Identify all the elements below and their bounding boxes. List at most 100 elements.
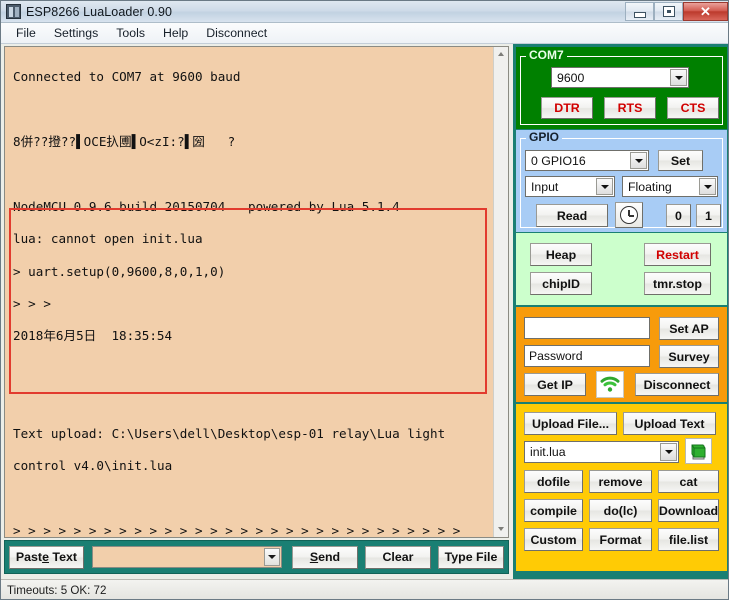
menu-disconnect[interactable]: Disconnect xyxy=(198,25,275,41)
send-button[interactable]: Send xyxy=(291,545,358,569)
gpio-direction-select[interactable]: Input xyxy=(525,176,615,197)
scroll-down-icon[interactable] xyxy=(494,522,508,537)
type-file-button[interactable]: Type File xyxy=(438,545,505,569)
scroll-up-icon[interactable] xyxy=(494,47,508,62)
paste-text-label: Paste Text xyxy=(15,550,77,564)
status-bar: Timeouts: 5 OK: 72 xyxy=(1,579,728,599)
files-panel: Upload File... Upload Text init.lua dofi… xyxy=(516,404,727,571)
com-panel: COM7 9600 DTR RTS CTS xyxy=(516,47,727,129)
file-list-button[interactable]: file.list xyxy=(658,528,719,551)
chevron-down-icon[interactable] xyxy=(263,548,280,566)
com-legend: COM7 xyxy=(526,48,567,62)
wifi-disconnect-button[interactable]: Disconnect xyxy=(635,373,719,396)
file-actions-row: compile do(lc) Download xyxy=(524,499,719,522)
menu-settings[interactable]: Settings xyxy=(46,25,106,41)
dolc-button[interactable]: do(lc) xyxy=(589,499,652,522)
command-input[interactable] xyxy=(91,546,282,568)
file-select[interactable]: init.lua xyxy=(524,441,679,463)
wifi-glyph xyxy=(600,376,620,392)
password-input[interactable]: Password xyxy=(524,345,650,367)
heap-panel: Heap chipID Restart tmr.stop xyxy=(516,233,727,305)
file-select-value: init.lua xyxy=(530,445,566,459)
chevron-down-icon[interactable] xyxy=(596,178,613,195)
dofile-button[interactable]: dofile xyxy=(524,470,583,493)
compile-button[interactable]: compile xyxy=(524,499,583,522)
lualoader-window: ESP8266 LuaLoader 0.90 ✕ File Settings T… xyxy=(0,0,729,600)
gpio-high-button[interactable]: 1 xyxy=(696,204,721,227)
gpio-pull-value: Floating xyxy=(628,179,672,194)
ssid-input[interactable] xyxy=(524,317,650,339)
clear-button[interactable]: Clear xyxy=(364,545,431,569)
menu-tools[interactable]: Tools xyxy=(108,25,153,41)
window-controls: ✕ xyxy=(625,2,728,21)
gpio-direction-value: Input xyxy=(531,179,559,194)
tmr-stop-button[interactable]: tmr.stop xyxy=(644,272,711,295)
terminal-line: 2018年6月5日 18:35:54 xyxy=(13,328,173,344)
gpio-panel: GPIO 0 GPIO16 Set Input Floating Read 0 … xyxy=(516,130,727,232)
upload-file-button[interactable]: Upload File... xyxy=(524,412,617,435)
gpio-pin-select[interactable]: 0 GPIO16 xyxy=(525,150,649,171)
command-toolbar: Paste Text Send Clear Type File xyxy=(4,540,509,574)
survey-button[interactable]: Survey xyxy=(659,345,719,368)
minimize-button[interactable] xyxy=(625,2,654,21)
clock-icon[interactable] xyxy=(615,202,643,228)
terminal-panel: Connected to COM7 at 9600 baud 8併??撜??▌O… xyxy=(4,46,509,538)
gpio-legend: GPIO xyxy=(526,130,563,144)
heap-button[interactable]: Heap xyxy=(530,243,592,266)
terminal-line: 8併??撜??▌OCE扖圑▌O<zI:?▌圀 ? xyxy=(13,134,236,149)
notepad-icon[interactable] xyxy=(685,438,712,464)
terminal-line: Connected to COM7 at 9600 baud xyxy=(13,69,241,85)
terminal-line: control v4.0\init.lua xyxy=(13,458,173,474)
cat-button[interactable]: cat xyxy=(658,470,719,493)
maximize-button[interactable] xyxy=(654,2,683,21)
status-text: Timeouts: 5 OK: 72 xyxy=(7,584,107,597)
terminal-line: > > > > > > > > > > > > > > > > > > > > … xyxy=(13,522,461,537)
clock-glyph xyxy=(620,206,638,224)
chevron-down-icon[interactable] xyxy=(630,152,647,169)
menu-help[interactable]: Help xyxy=(155,25,196,41)
set-ap-button[interactable]: Set AP xyxy=(659,317,719,340)
dtr-button[interactable]: DTR xyxy=(541,97,593,119)
paste-text-button[interactable]: Paste Text xyxy=(9,545,84,569)
title-bar: ESP8266 LuaLoader 0.90 ✕ xyxy=(1,1,728,23)
terminal-line: > uart.setup(0,9600,8,0,1,0) xyxy=(13,263,226,279)
gpio-pin-value: 0 GPIO16 xyxy=(531,153,586,168)
chevron-down-icon[interactable] xyxy=(660,443,677,461)
app-icon xyxy=(6,4,21,19)
wifi-icon xyxy=(596,371,624,398)
terminal-scrollbar[interactable] xyxy=(493,47,508,537)
close-button[interactable]: ✕ xyxy=(683,2,728,21)
download-button[interactable]: Download xyxy=(658,499,719,522)
chipid-button[interactable]: chipID xyxy=(530,272,592,295)
gpio-read-button[interactable]: Read xyxy=(536,204,608,227)
right-panel: COM7 9600 DTR RTS CTS GPIO 0 GPIO16 Set xyxy=(513,44,728,579)
terminal-output[interactable]: Connected to COM7 at 9600 baud 8併??撜??▌O… xyxy=(5,47,494,537)
remove-button[interactable]: remove xyxy=(589,470,652,493)
baud-rate-value: 9600 xyxy=(557,70,585,85)
menu-bar: File Settings Tools Help Disconnect xyxy=(1,23,728,44)
gpio-set-button[interactable]: Set xyxy=(658,150,703,171)
terminal-spacer xyxy=(13,393,490,409)
chevron-down-icon[interactable] xyxy=(670,69,687,86)
menu-file[interactable]: File xyxy=(8,25,44,41)
notepad-glyph xyxy=(691,444,706,459)
rts-button[interactable]: RTS xyxy=(604,97,656,119)
gpio-pull-select[interactable]: Floating xyxy=(622,176,718,197)
cts-button[interactable]: CTS xyxy=(667,97,719,119)
custom-button[interactable]: Custom xyxy=(524,528,583,551)
upload-text-button[interactable]: Upload Text xyxy=(623,412,716,435)
terminal-line: > > > xyxy=(13,296,51,312)
window-title: ESP8266 LuaLoader 0.90 xyxy=(26,4,173,19)
baud-rate-select[interactable]: 9600 xyxy=(551,67,689,88)
gpio-low-button[interactable]: 0 xyxy=(666,204,691,227)
get-ip-button[interactable]: Get IP xyxy=(524,373,586,396)
restart-button[interactable]: Restart xyxy=(644,243,711,266)
file-actions-row: Custom Format file.list xyxy=(524,528,719,551)
chevron-down-icon[interactable] xyxy=(699,178,716,195)
terminal-line: NodeMCU 0.9.6 build 20150704 powered by … xyxy=(13,198,400,214)
file-actions-row: dofile remove cat xyxy=(524,470,719,493)
main-body: Connected to COM7 at 9600 baud 8併??撜??▌O… xyxy=(1,44,728,579)
format-button[interactable]: Format xyxy=(589,528,652,551)
